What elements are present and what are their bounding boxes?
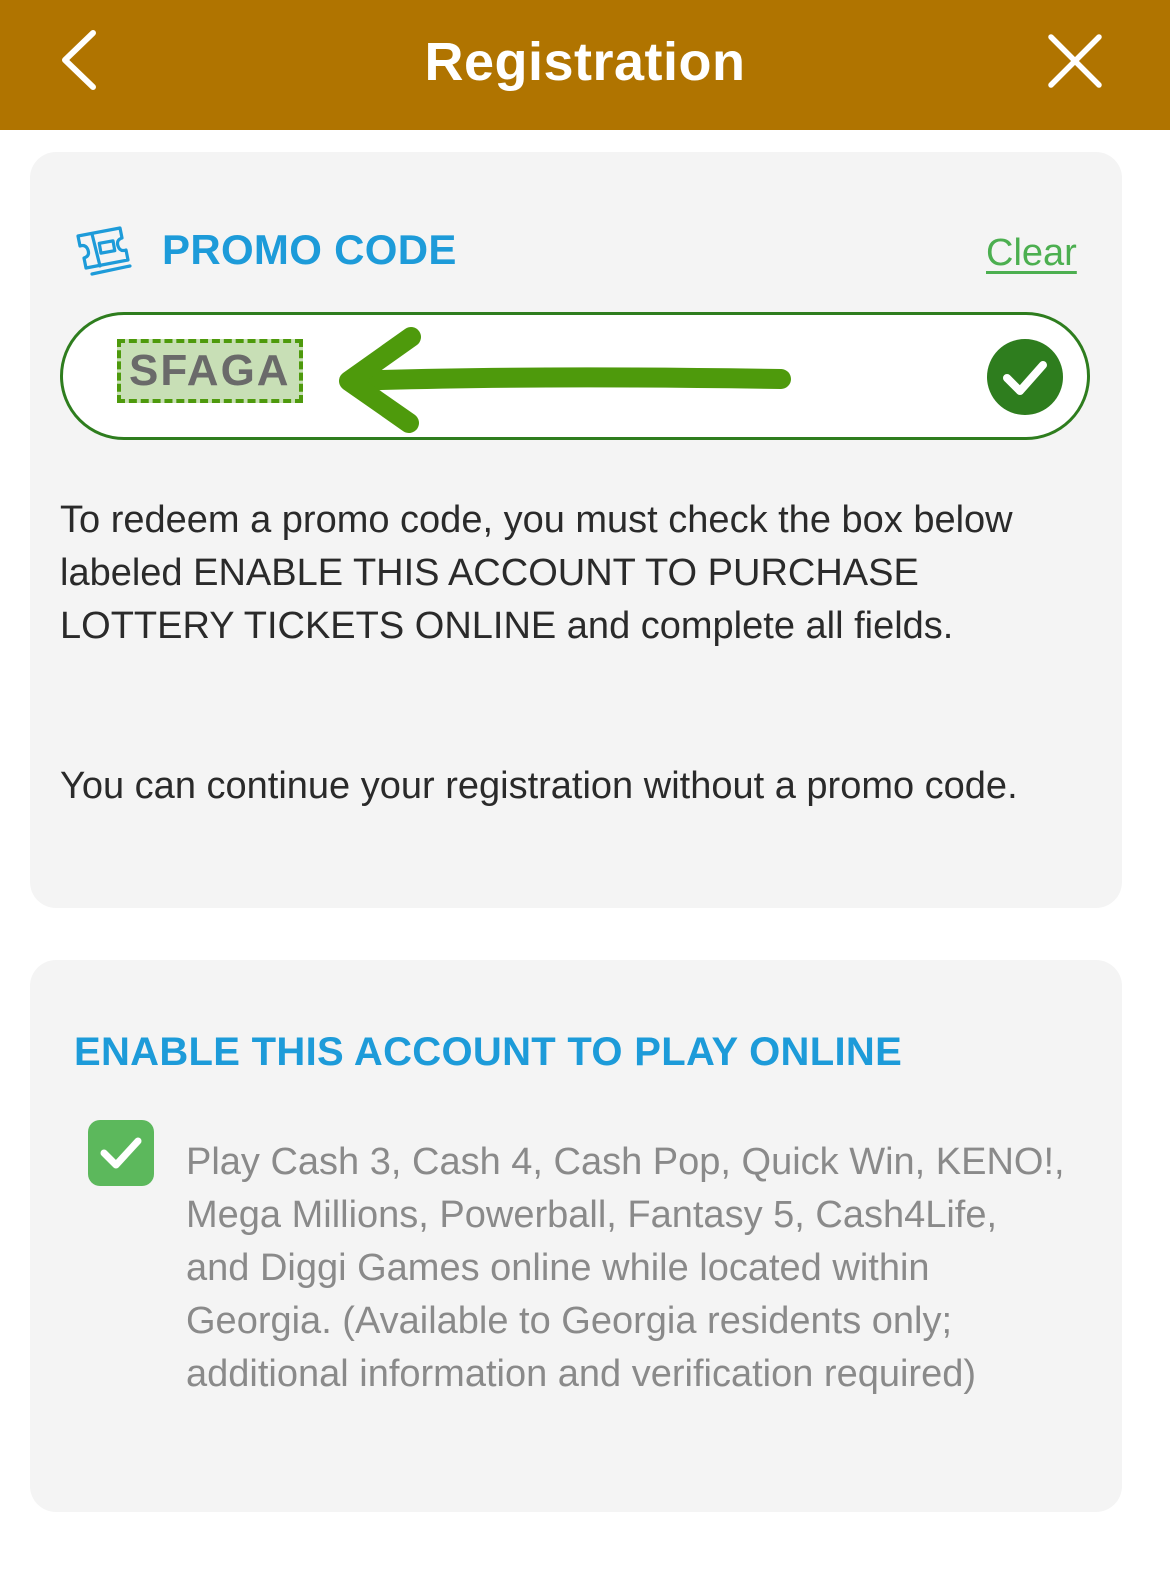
arrow-left-icon bbox=[339, 327, 791, 433]
clear-link[interactable]: Clear bbox=[986, 232, 1077, 275]
enable-online-card: ENABLE THIS ACCOUNT TO PLAY ONLINE Play … bbox=[30, 960, 1122, 1512]
promo-code-title: PROMO CODE bbox=[162, 226, 457, 273]
close-icon bbox=[1048, 34, 1102, 88]
promo-code-value: SFAGA bbox=[117, 339, 303, 403]
promo-code-card: PROMO CODE Clear SFAGA To redeem a promo… bbox=[30, 152, 1122, 908]
checkmark-icon bbox=[100, 1137, 142, 1169]
close-button[interactable] bbox=[1030, 18, 1120, 104]
enable-online-title: ENABLE THIS ACCOUNT TO PLAY ONLINE bbox=[74, 1030, 903, 1074]
ticket-icon bbox=[76, 226, 132, 276]
page-title: Registration bbox=[424, 32, 746, 92]
app-header: Registration bbox=[0, 0, 1170, 130]
promo-code-input[interactable]: SFAGA bbox=[60, 312, 1090, 440]
check-circle-icon bbox=[987, 339, 1063, 415]
promo-instructions: To redeem a promo code, you must check t… bbox=[60, 499, 1013, 647]
promo-optional-note: You can continue your registration witho… bbox=[60, 765, 1018, 807]
enable-online-description: Play Cash 3, Cash 4, Cash Pop, Quick Win… bbox=[186, 1141, 1065, 1395]
enable-online-checkbox[interactable] bbox=[88, 1120, 154, 1186]
